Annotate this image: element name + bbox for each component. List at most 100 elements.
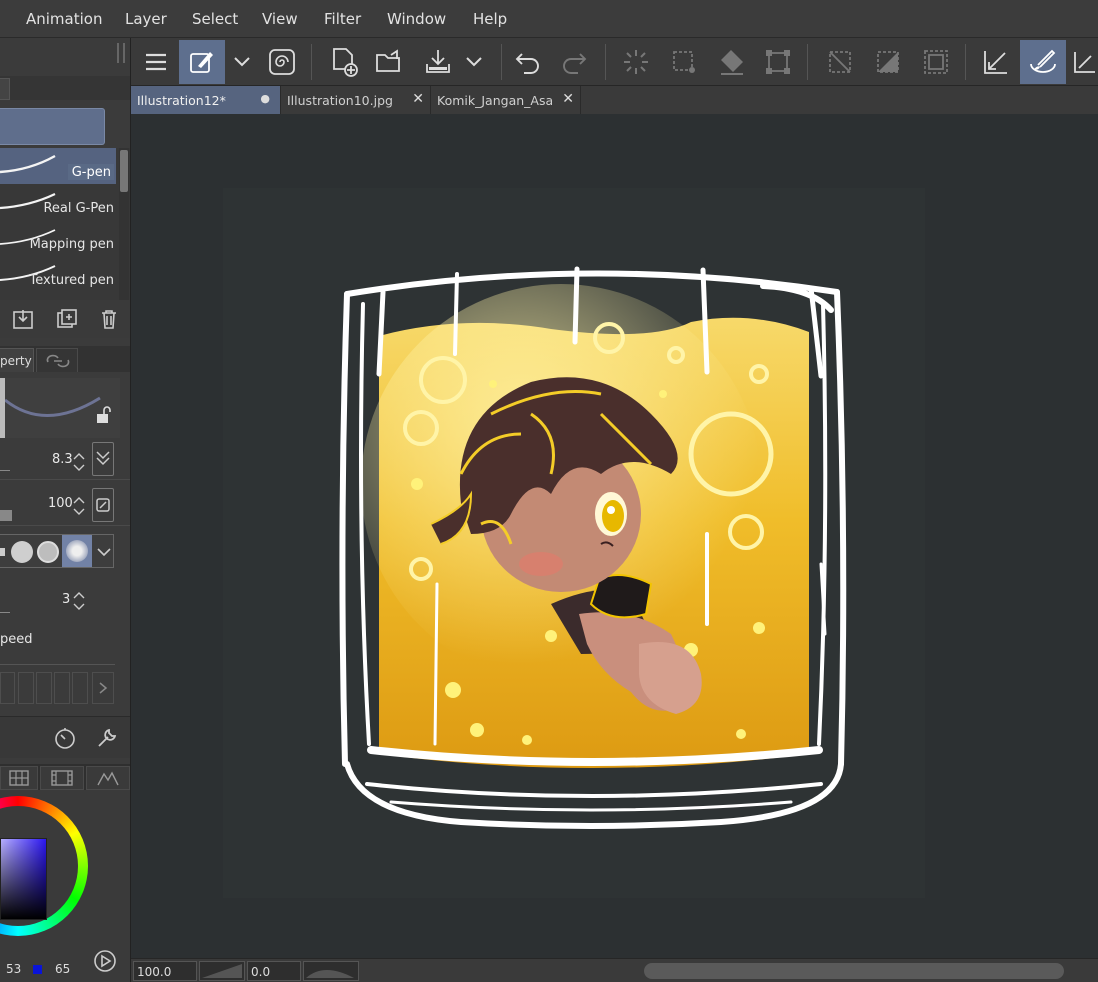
rotation-slider[interactable] — [303, 961, 359, 981]
tab-brush-settings[interactable] — [36, 348, 78, 372]
fill-icon[interactable] — [709, 40, 755, 84]
tab-komik[interactable]: Komik_Jangan_Asal_ ✕ — [431, 86, 581, 114]
menu-view[interactable]: View — [262, 10, 298, 28]
redo-icon[interactable] — [551, 40, 597, 84]
spiral-icon[interactable] — [259, 40, 305, 84]
menu-filter[interactable]: Filter — [324, 10, 361, 28]
antialias-strong[interactable] — [62, 535, 92, 567]
spinner-icon[interactable] — [72, 589, 86, 613]
undo-icon[interactable] — [505, 40, 551, 84]
chevron-down-icon[interactable] — [225, 40, 259, 84]
spinner-icon[interactable] — [72, 494, 86, 518]
selection-icon[interactable] — [661, 40, 707, 84]
link-icon — [46, 354, 70, 368]
brush-tool-icon[interactable] — [179, 40, 225, 84]
import-icon[interactable] — [10, 306, 36, 332]
opacity-value[interactable]: 100 — [48, 496, 73, 511]
menu-help[interactable]: Help — [473, 10, 507, 28]
chevron-down-icon[interactable] — [457, 40, 491, 84]
brush-active-icon[interactable] — [1020, 40, 1066, 84]
speed-label: peed — [0, 632, 33, 647]
tab-tool-property[interactable]: perty — [0, 348, 34, 372]
opacity-toggle[interactable] — [92, 488, 114, 522]
subtool-group-button[interactable] — [0, 108, 105, 145]
tool-property-tab-label: perty — [0, 354, 32, 368]
play-icon[interactable] — [92, 948, 118, 974]
toolbar-separator — [311, 44, 312, 80]
command-bar — [131, 38, 1098, 86]
tab-color-set[interactable] — [0, 766, 38, 790]
loading-icon[interactable] — [613, 40, 659, 84]
open-folder-icon[interactable] — [367, 40, 413, 84]
tab-label: Illustration10.jpg — [287, 93, 393, 108]
tab-color-history[interactable] — [40, 766, 84, 790]
menu-window[interactable]: Window — [387, 10, 446, 28]
tab-illustration10[interactable]: Illustration10.jpg ✕ — [281, 86, 431, 114]
duplicate-icon[interactable] — [54, 306, 80, 332]
antialias-none[interactable] — [0, 548, 5, 556]
canvas-area[interactable] — [131, 114, 1098, 958]
close-icon[interactable]: ✕ — [412, 91, 424, 107]
panel-grip[interactable] — [117, 43, 125, 63]
spinner-icon[interactable] — [72, 450, 86, 474]
film-icon — [51, 770, 73, 786]
brush-list-scrollbar[interactable] — [119, 148, 129, 300]
ruler2-icon[interactable] — [1067, 40, 1098, 84]
rotation-field[interactable]: 0.0 — [247, 961, 301, 981]
trash-icon[interactable] — [96, 306, 122, 332]
zoom-field[interactable]: 100.0 — [133, 961, 197, 981]
selection-border-icon[interactable] — [913, 40, 959, 84]
status-bar: 100.0 0.0 — [131, 958, 1098, 982]
deselect-icon[interactable] — [817, 40, 863, 84]
tool-property-tabs: perty — [0, 346, 130, 372]
new-file-icon[interactable] — [321, 40, 367, 84]
menu-animation[interactable]: Animation — [26, 10, 102, 28]
pressure-toggle[interactable] — [92, 442, 114, 476]
brush-item-g-pen[interactable]: G-pen — [0, 148, 116, 184]
antialiasing-row — [0, 532, 130, 572]
color-value-a: 53 — [6, 962, 22, 976]
saturation-square[interactable] — [0, 838, 47, 920]
grid-icon — [9, 770, 29, 786]
ruler-icon[interactable] — [973, 40, 1019, 84]
document-tabs: Illustration12* ● Illustration10.jpg ✕ K… — [131, 86, 1098, 114]
antialias-options — [0, 534, 114, 568]
transform-icon[interactable] — [755, 40, 801, 84]
close-icon[interactable]: ✕ — [562, 91, 574, 107]
invert-selection-icon[interactable] — [865, 40, 911, 84]
menu-icon[interactable] — [133, 40, 179, 84]
color-value-b: 65 — [55, 962, 71, 976]
sub-tool-header — [0, 76, 130, 100]
brush-label: Textured pen — [29, 273, 114, 288]
property-footer — [0, 716, 130, 758]
antialias-weak[interactable] — [11, 541, 33, 563]
antialias-medium[interactable] — [37, 541, 59, 563]
stabilization-value[interactable]: 3 — [62, 592, 70, 607]
brush-item-mapping-pen[interactable]: Mapping pen — [0, 220, 116, 256]
tab-label: Illustration12* — [137, 93, 226, 108]
subtool-tab[interactable] — [0, 78, 10, 100]
brush-size-value[interactable]: 8.3 — [52, 452, 73, 467]
menu-layer[interactable]: Layer — [125, 10, 167, 28]
mountain-icon — [97, 771, 119, 786]
lock-icon[interactable] — [95, 406, 113, 424]
tab-label: Komik_Jangan_Asal_ — [437, 93, 552, 108]
chevron-right-icon[interactable] — [92, 672, 114, 704]
toolbar-separator — [965, 44, 966, 80]
brush-item-real-g-pen[interactable]: Real G-Pen — [0, 184, 116, 220]
chevron-down-icon[interactable] — [96, 545, 112, 559]
color-wheel-panel: 53 65 — [0, 790, 130, 982]
horizontal-scrollbar[interactable] — [644, 963, 1064, 979]
save-icon[interactable] — [415, 40, 461, 84]
tab-intermediate[interactable] — [86, 766, 130, 790]
brush-label: G-pen — [67, 164, 114, 180]
tab-illustration12[interactable]: Illustration12* ● — [131, 86, 281, 114]
menu-select[interactable]: Select — [192, 10, 238, 28]
wrench-icon[interactable] — [94, 725, 120, 751]
timer-icon[interactable] — [52, 725, 78, 751]
brush-actions — [0, 300, 130, 338]
toolbar-separator — [605, 44, 606, 80]
brush-item-textured-pen[interactable]: Textured pen — [0, 256, 116, 292]
unsaved-dot-icon: ● — [260, 92, 270, 105]
zoom-slider[interactable] — [199, 961, 245, 981]
